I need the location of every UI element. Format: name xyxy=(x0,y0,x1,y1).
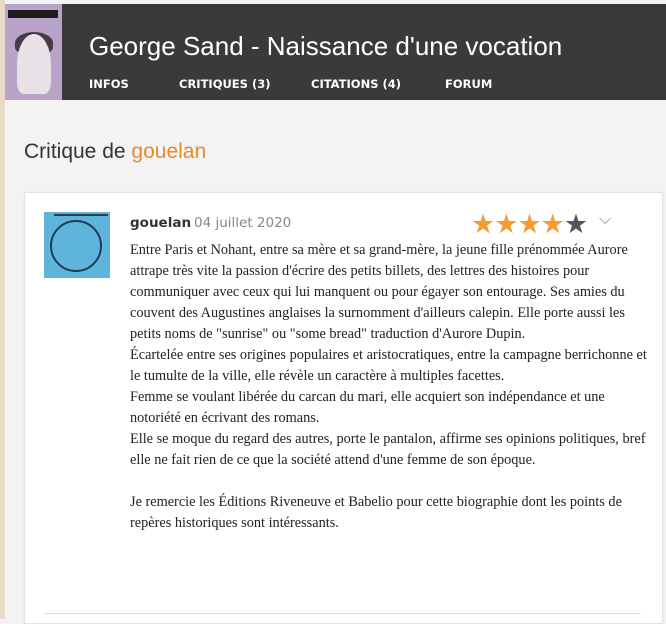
star-icon: ★ xyxy=(517,209,541,240)
review-date: 04 juillet 2020 xyxy=(194,215,292,231)
review-paragraph: Je remercie les Éditions Riveneuve et Ba… xyxy=(130,494,622,531)
page-title-prefix: Critique de xyxy=(24,140,126,163)
tab-forum[interactable]: FORUM xyxy=(445,77,492,91)
chevron-down-icon[interactable]: ⌵ xyxy=(599,209,611,229)
rating-stars: ★★★★★ xyxy=(471,209,588,240)
star-icon: ★ xyxy=(563,209,588,240)
book-header: George Sand - Naissance d'une vocation I… xyxy=(5,4,666,100)
reviewer-name-link[interactable]: gouelan xyxy=(130,215,191,231)
review-paragraph: Elle se moque du regard des autres, port… xyxy=(130,431,646,468)
tab-infos[interactable]: INFOS xyxy=(89,77,129,91)
tab-citations[interactable]: CITATIONS (4) xyxy=(311,77,401,91)
cover-portrait xyxy=(17,34,51,94)
star-icon: ★ xyxy=(540,209,565,240)
book-cover-image[interactable] xyxy=(5,4,62,100)
review-paragraph: Écartelée entre ses origines populaires … xyxy=(130,347,647,384)
star-icon: ★ xyxy=(494,209,518,240)
review-card: gouelan 04 juillet 2020 ★★★★★ ⌵ Entre Pa… xyxy=(24,192,663,624)
review-paragraph: Entre Paris et Nohant, entre sa mère et … xyxy=(130,242,628,342)
page-title-user-link[interactable]: gouelan xyxy=(131,140,206,163)
page-title: Critique de gouelan xyxy=(24,140,206,164)
avatar-detail-ring xyxy=(50,220,102,272)
review-body: Entre Paris et Nohant, entre sa mère et … xyxy=(130,240,648,534)
tab-critiques[interactable]: CRITIQUES (3) xyxy=(179,77,270,91)
book-title[interactable]: George Sand - Naissance d'une vocation xyxy=(89,31,562,62)
avatar[interactable] xyxy=(44,212,110,278)
cover-banner xyxy=(8,10,58,18)
review-paragraph: Femme se voulant libérée du carcan du ma… xyxy=(130,389,605,426)
star-icon: ★ xyxy=(471,209,495,240)
divider xyxy=(44,613,641,614)
review-paragraph xyxy=(130,471,648,492)
avatar-detail xyxy=(54,214,108,216)
